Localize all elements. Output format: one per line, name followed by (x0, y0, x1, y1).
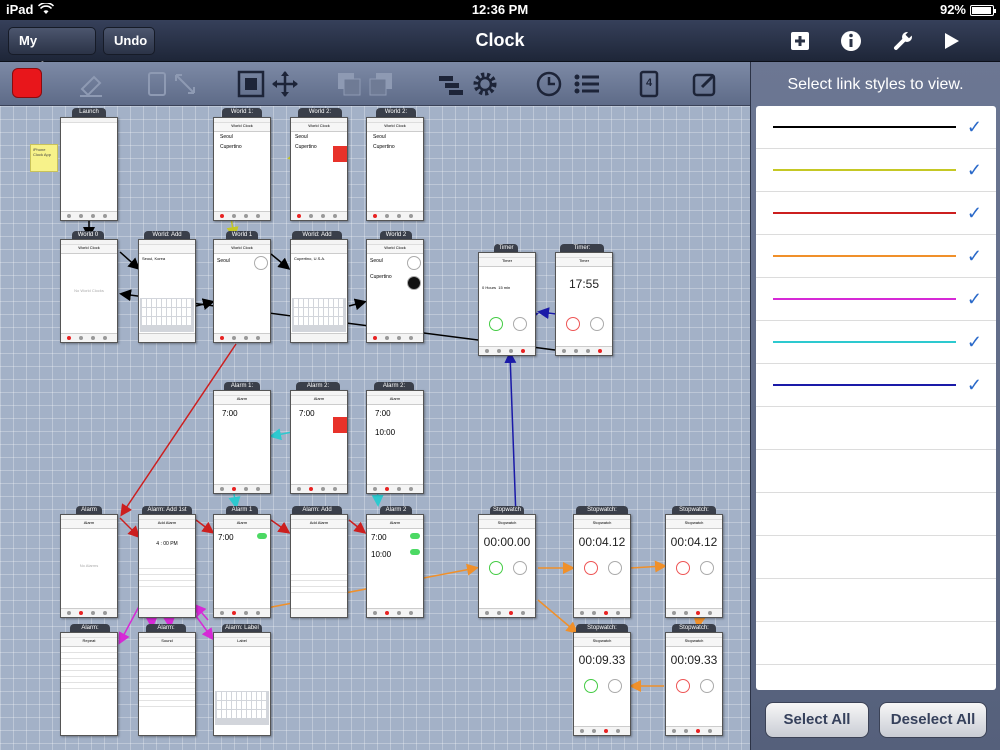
screen-alarm-2[interactable]: Alarm 7:00 10:00 (366, 514, 424, 618)
wrench-icon[interactable] (890, 28, 916, 54)
screen-world-1-edit[interactable]: World Clock Seoul Cupertino (213, 117, 271, 221)
move-icon[interactable] (270, 69, 300, 99)
screen-stopwatch-stopped[interactable]: Stopwatch 00:09.33 (573, 632, 631, 736)
empty-row (756, 665, 996, 690)
info-icon[interactable] (838, 28, 864, 54)
empty-row (756, 622, 996, 665)
link-styles-list: ✓ ✓ ✓ ✓ ✓ ✓ ✓ (756, 106, 996, 690)
screen-label: World 2: Edit (376, 108, 416, 124)
link-styles-panel: Select link styles to view. ✓ ✓ ✓ ✓ ✓ ✓ … (750, 62, 1000, 750)
play-icon[interactable] (938, 28, 964, 54)
screen-world-add-cupertino[interactable]: Cupertino, U.S.A. (290, 239, 348, 343)
screen-world-2-edit[interactable]: World Clock Seoul Cupertino (366, 117, 424, 221)
screen-launch[interactable] (60, 117, 118, 221)
edit-note-icon[interactable] (690, 69, 720, 99)
empty-row (756, 536, 996, 579)
screen-label: World 1: Edit (222, 108, 262, 124)
panel-title: Select link styles to view. (787, 76, 964, 93)
checkmark-icon: ✓ (966, 246, 982, 266)
checkmark-icon: ✓ (966, 117, 982, 137)
screen-alarm-repeat[interactable]: Repeat (60, 632, 118, 736)
empty-row (756, 493, 996, 536)
screen-alarm-label[interactable]: Label (213, 632, 271, 736)
link-style-swatch (773, 298, 956, 300)
eraser-icon[interactable] (76, 69, 106, 99)
status-bar: iPad 12:36 PM 92% (0, 0, 1000, 20)
clock-time: 12:36 PM (471, 2, 529, 17)
link-style-row[interactable]: ✓ (756, 192, 996, 235)
screen-alarm-0[interactable]: Alarm No Alarms (60, 514, 118, 618)
list-icon[interactable] (572, 69, 602, 99)
deselect-all-button[interactable]: Deselect All (879, 702, 987, 738)
screen-alarm-2-edit[interactable]: Alarm 7:00 10:00 (366, 390, 424, 494)
empty-row (756, 407, 996, 450)
link-style-swatch (773, 255, 956, 257)
screen-alarm-sound[interactable]: Sound (138, 632, 196, 736)
link-style-swatch (773, 384, 956, 386)
screen-alarm-2-delete[interactable]: Alarm 7:00 (290, 390, 348, 494)
screen-timer-working[interactable]: Timer 17:55 (555, 252, 613, 356)
page-count-icon[interactable]: 4 (634, 69, 664, 99)
align-icon[interactable] (436, 69, 466, 99)
link-style-swatch (773, 341, 956, 343)
toolbar: 4 (0, 62, 750, 106)
link-style-row[interactable]: ✓ (756, 235, 996, 278)
link-style-swatch (773, 169, 956, 171)
page-count: 4 (645, 77, 653, 89)
resize-icon[interactable] (170, 69, 200, 99)
screen-world-add-seoul[interactable]: Seoul, Korea (138, 239, 196, 343)
device-frame-icon[interactable] (142, 69, 172, 99)
link-style-swatch (773, 212, 956, 214)
send-backward-icon[interactable] (366, 69, 396, 99)
screen-alarm-1-edit[interactable]: Alarm 7:00 (213, 390, 271, 494)
checkmark-icon: ✓ (966, 203, 982, 223)
gear-icon[interactable] (470, 69, 500, 99)
screen-stopwatch-running[interactable]: Stopwatch 00:04.12 (573, 514, 631, 618)
screen-world-0[interactable]: World Clock No World Clocks (60, 239, 118, 343)
select-all-button[interactable]: Select All (765, 702, 869, 738)
battery-icon (970, 5, 996, 16)
nav-bar: My Projects Undo Clock (0, 20, 1000, 74)
link-style-row[interactable]: ✓ (756, 364, 996, 407)
screen-world-1[interactable]: World Clock Seoul (213, 239, 271, 343)
empty-row (756, 579, 996, 622)
screen-stopwatch-lap-2[interactable]: Stopwatch 00:09.33 (665, 632, 723, 736)
checkmark-icon: ✓ (966, 160, 982, 180)
clock-icon[interactable] (534, 69, 564, 99)
screen-alarm-add-first[interactable]: Add Alarm 4 : 00 PM (138, 514, 196, 618)
checkmark-icon: ✓ (966, 332, 982, 352)
screen-stopwatch[interactable]: Stopwatch 00:00.00 (478, 514, 536, 618)
screen-alarm-1[interactable]: Alarm 7:00 (213, 514, 271, 618)
screen-label: Launch (72, 108, 106, 117)
screen-world-2[interactable]: World Clock Seoul Cupertino (366, 239, 424, 343)
link-style-swatch (773, 126, 956, 128)
sticky-note[interactable]: iPhone Clock App (30, 144, 58, 172)
screen-timer[interactable]: Timer 0 Hours 15 min (478, 252, 536, 356)
link-style-row[interactable]: ✓ (756, 278, 996, 321)
link-style-row[interactable]: ✓ (756, 149, 996, 192)
screen-alarm-add-second[interactable]: Add Alarm (290, 514, 348, 618)
add-icon[interactable] (787, 28, 813, 54)
bring-forward-icon[interactable] (334, 69, 364, 99)
screen-world-2-delete[interactable]: World Clock Seoul Cupertino (290, 117, 348, 221)
checkmark-icon: ✓ (966, 289, 982, 309)
screen-label: World 2: Delete (298, 108, 342, 124)
link-color-swatch[interactable] (12, 68, 42, 98)
link-style-row[interactable]: ✓ (756, 106, 996, 149)
battery-percent: 92% (939, 2, 966, 17)
storyboard-canvas[interactable]: iPhone Clock App Launch World 1: Edit Wo… (0, 106, 750, 750)
screen-stopwatch-lap[interactable]: Stopwatch 00:04.12 (665, 514, 723, 618)
link-style-row[interactable]: ✓ (756, 321, 996, 364)
empty-row (756, 450, 996, 493)
checkmark-icon: ✓ (966, 375, 982, 395)
fit-screen-icon[interactable] (236, 69, 266, 99)
